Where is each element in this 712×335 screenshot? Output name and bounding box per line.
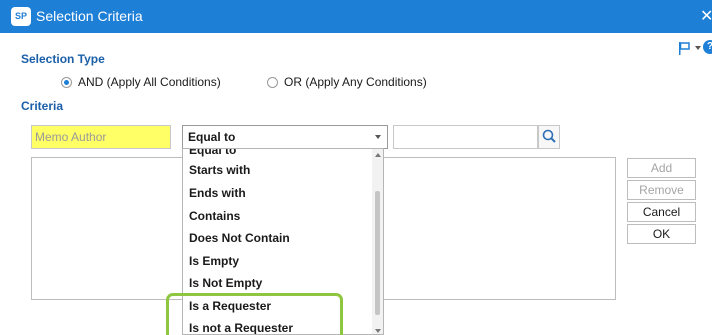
chevron-down-icon[interactable] — [695, 46, 701, 50]
option-does-not-contain[interactable]: Does Not Contain — [189, 231, 290, 245]
window-title: Selection Criteria — [36, 8, 143, 24]
operator-select[interactable]: Equal to — [182, 125, 388, 149]
cancel-button[interactable]: Cancel — [627, 202, 696, 222]
flag-icon[interactable] — [676, 40, 692, 56]
dropdown-scrollbar[interactable] — [372, 149, 383, 334]
chevron-down-icon — [375, 135, 381, 139]
option-contains[interactable]: Contains — [189, 209, 240, 223]
option-is-empty[interactable]: Is Empty — [189, 254, 239, 268]
title-bar: SP Selection Criteria ✕ — [0, 0, 712, 33]
dropdown-option-partial[interactable]: Equal to — [189, 149, 236, 157]
close-icon[interactable]: ✕ — [700, 6, 712, 26]
radio-or[interactable]: OR (Apply Any Conditions) — [267, 75, 427, 89]
help-icon[interactable]: ? — [703, 40, 712, 54]
field-input[interactable]: Memo Author — [31, 125, 171, 149]
radio-or-label: OR (Apply Any Conditions) — [284, 75, 427, 89]
radio-or-indicator[interactable] — [267, 76, 278, 88]
toolbar: ? — [676, 40, 712, 56]
option-is-a-requester[interactable]: Is a Requester — [189, 299, 271, 313]
value-input[interactable] — [393, 125, 538, 149]
option-ends-with[interactable]: Ends with — [189, 186, 246, 200]
remove-button[interactable]: Remove — [627, 180, 696, 200]
scroll-down-icon[interactable] — [375, 329, 381, 333]
radio-and[interactable]: AND (Apply All Conditions) — [61, 75, 221, 89]
scroll-up-icon[interactable] — [375, 153, 381, 157]
app-logo-icon: SP — [11, 7, 31, 26]
operator-selected-value: Equal to — [188, 130, 236, 144]
search-button[interactable] — [538, 125, 560, 149]
ok-button[interactable]: OK — [627, 224, 696, 244]
radio-and-indicator[interactable] — [61, 76, 72, 88]
search-icon — [542, 129, 556, 143]
operator-dropdown-list[interactable]: Equal to Starts with Ends with Contains … — [182, 148, 384, 335]
radio-and-label: AND (Apply All Conditions) — [78, 75, 221, 89]
option-is-not-a-requester[interactable]: Is not a Requester — [189, 321, 293, 334]
option-starts-with[interactable]: Starts with — [189, 163, 250, 177]
criteria-label: Criteria — [21, 99, 64, 113]
scrollbar-thumb[interactable] — [375, 191, 380, 315]
option-is-not-empty[interactable]: Is Not Empty — [189, 276, 262, 290]
add-button[interactable]: Add — [627, 158, 696, 178]
selection-type-label: Selection Type — [21, 52, 105, 66]
